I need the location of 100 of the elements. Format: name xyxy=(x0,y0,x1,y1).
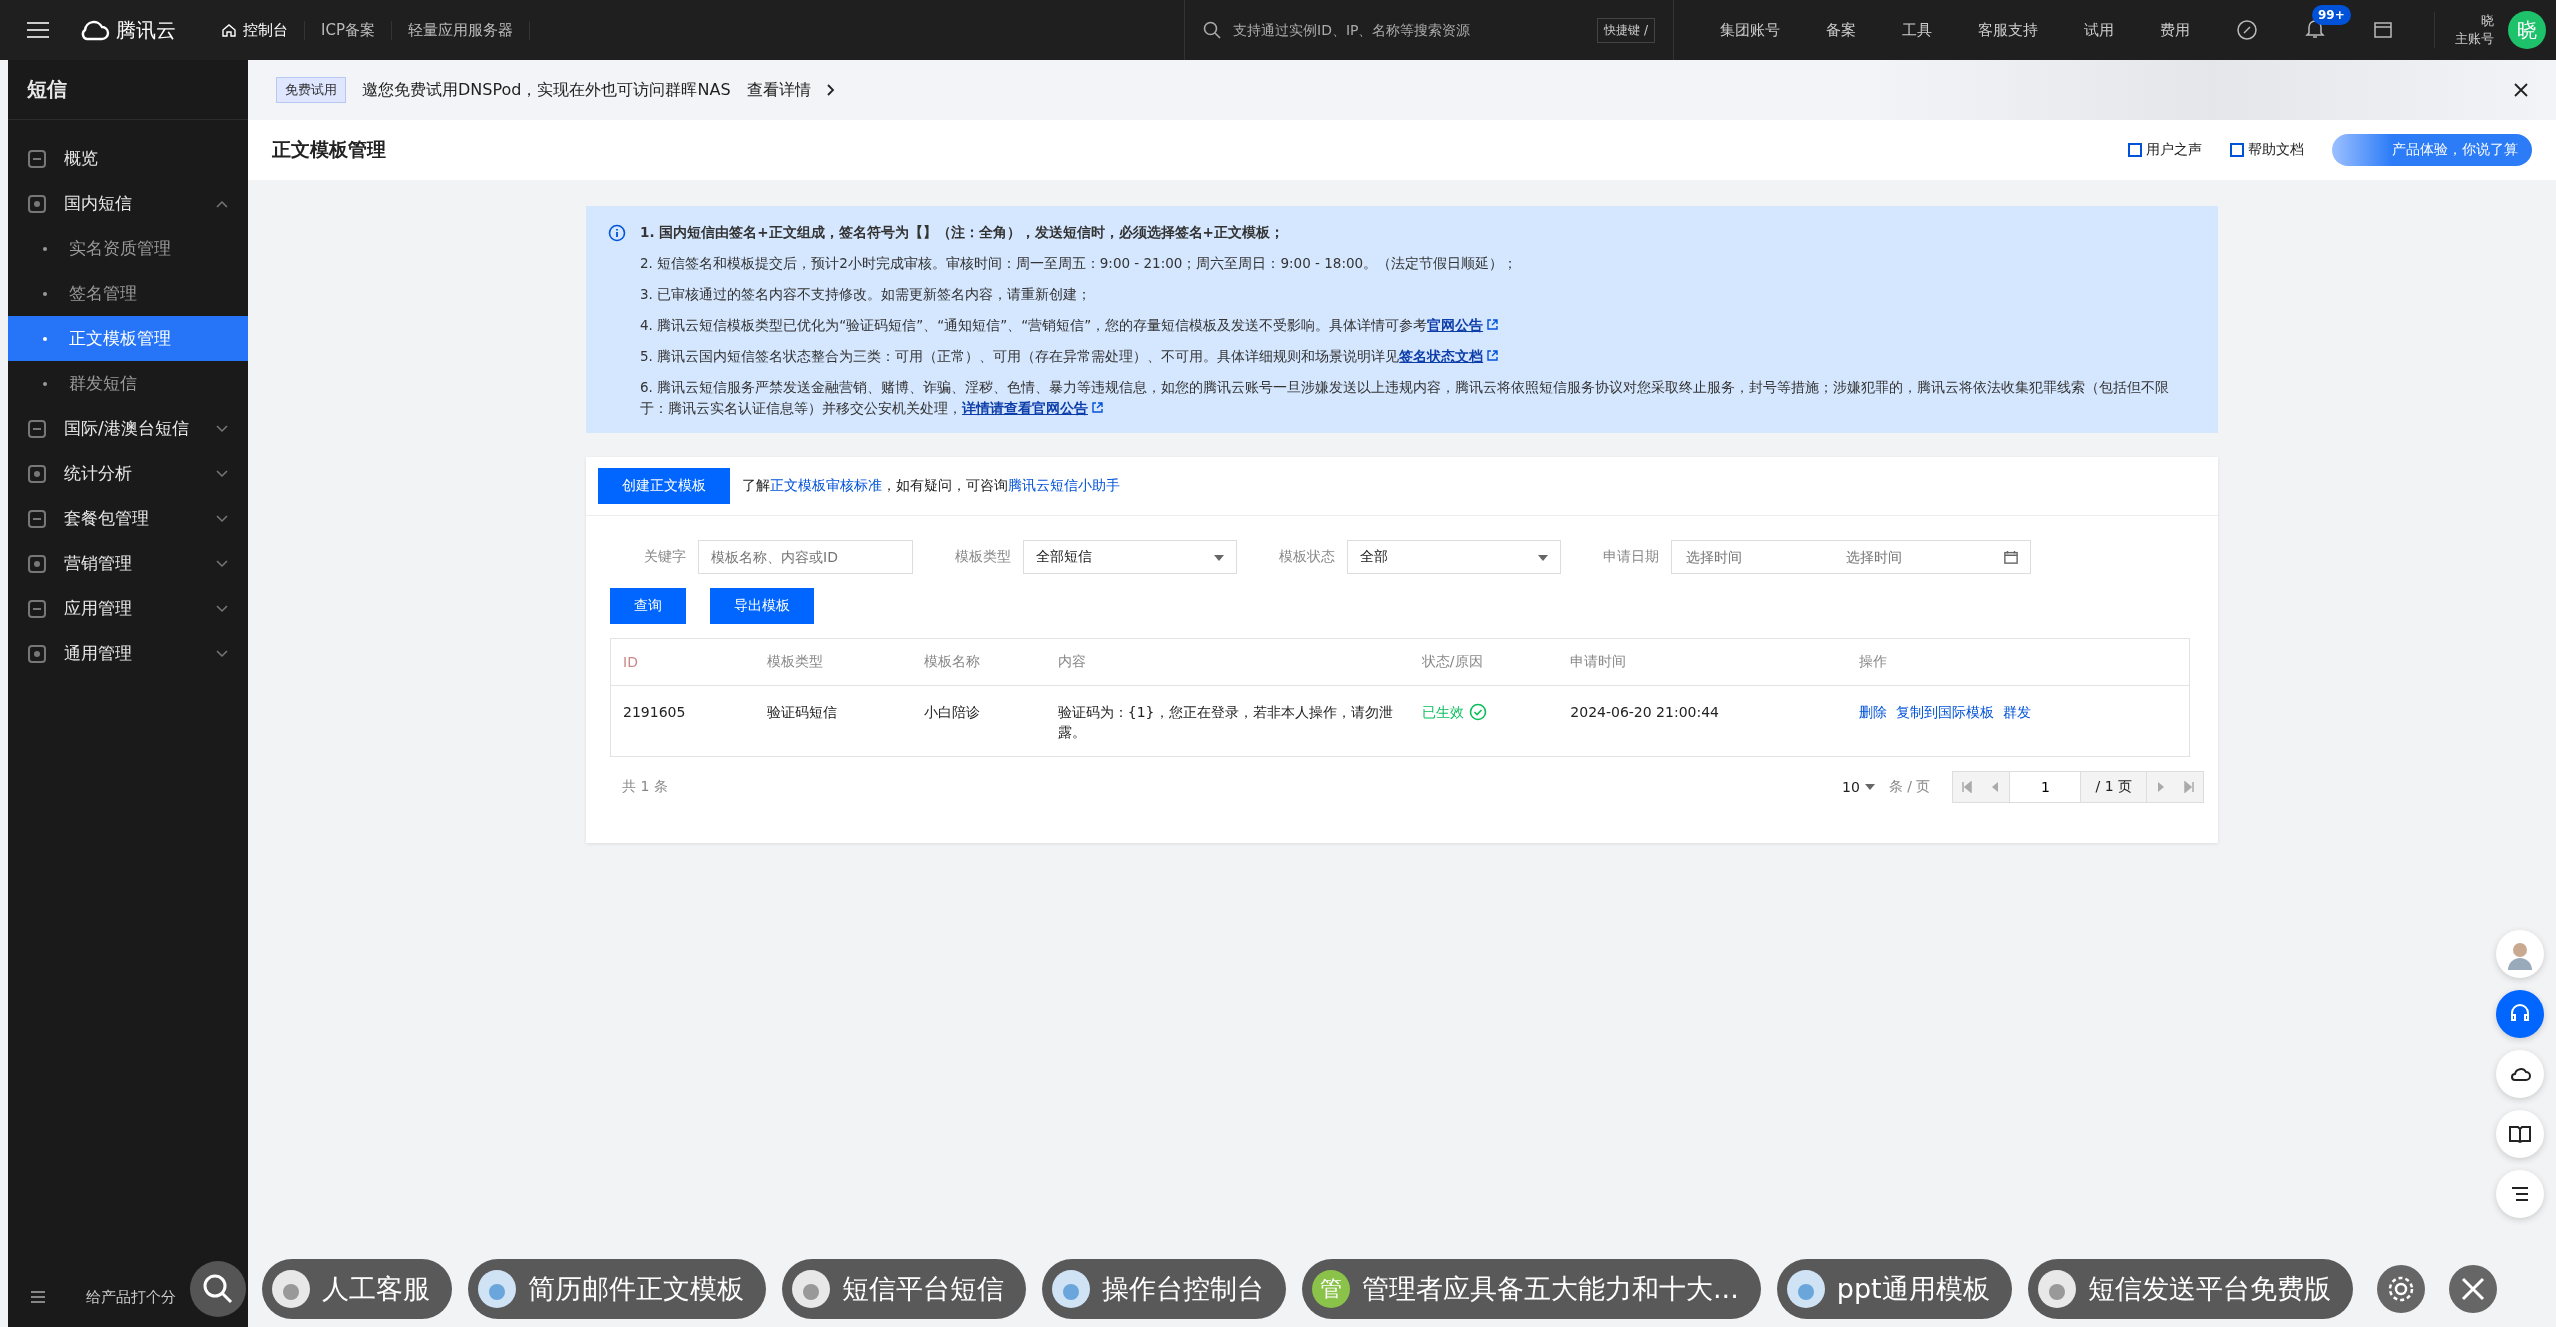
caret-icon xyxy=(216,604,228,613)
top-nav-link[interactable]: ICP备案 xyxy=(305,20,392,40)
user-role: 主账号 xyxy=(2455,30,2494,48)
book-icon[interactable] xyxy=(2496,1110,2544,1158)
chevron-right-icon[interactable] xyxy=(826,84,835,96)
collapse-icon[interactable] xyxy=(30,1290,46,1304)
table-cell: 2024-06-20 21:00:44 xyxy=(1558,685,1847,757)
caret-icon xyxy=(216,199,228,208)
page-size-select[interactable]: 10 xyxy=(1842,779,1875,795)
type-select[interactable]: 全部短信 xyxy=(1023,540,1237,574)
action-link[interactable]: 群发 xyxy=(2002,704,2031,720)
standards-link[interactable]: 正文模板审核标准 xyxy=(770,477,882,493)
headset-icon[interactable] xyxy=(2496,990,2544,1038)
action-link[interactable]: 复制到国际模板 xyxy=(1895,704,1994,720)
info-icon xyxy=(608,224,626,242)
feedback-button[interactable]: 产品体验，你说了算 xyxy=(2332,134,2532,166)
sidebar-item[interactable]: 应用管理 xyxy=(8,586,248,631)
user-name: 晓 xyxy=(2481,12,2494,30)
top-nav-link[interactable]: 费用 xyxy=(2160,20,2190,40)
sidebar-item[interactable]: 统计分析 xyxy=(8,451,248,496)
action-link[interactable]: 删除 xyxy=(1858,704,1887,720)
notice-link[interactable]: 官网公告 xyxy=(1427,317,1484,333)
brand-name: 腾讯云 xyxy=(116,16,176,44)
header-link[interactable]: 帮助文档 xyxy=(2230,141,2304,159)
search-icon[interactable] xyxy=(1203,21,1221,39)
keyword-field[interactable]: 模板名称、内容或ID xyxy=(698,540,913,574)
date-range-field[interactable]: 选择时间 选择时间 xyxy=(1671,540,2031,574)
suggestion-chip[interactable]: 管 管理者应具备五大能力和十大... xyxy=(1302,1259,1761,1319)
notice-text: 5. 腾讯云国内短信签名状态整合为三类：可用（正常）、可用（存在异常需处理）、不可用。具体详细规则和场景说明详见签名状态文档 xyxy=(640,346,2196,367)
column-header: 内容 xyxy=(1045,638,1410,686)
suggestion-chip[interactable]: 简历邮件正文模板 xyxy=(468,1259,766,1319)
create-template-button[interactable]: 创建正文模板 xyxy=(598,468,730,504)
query-button[interactable]: 查询 xyxy=(610,588,686,624)
external-link-icon[interactable] xyxy=(1487,350,1499,361)
top-nav-link[interactable]: 备案 xyxy=(1826,20,1856,40)
sidebar-icon xyxy=(27,598,47,619)
suggestion-chip[interactable]: ppt通用模板 xyxy=(1776,1259,2012,1319)
top-nav-link[interactable]: 工具 xyxy=(1902,20,1932,40)
export-button[interactable]: 导出模板 xyxy=(710,588,814,624)
filter-label: 关键字 xyxy=(644,548,686,566)
external-link-icon[interactable] xyxy=(1092,402,1103,413)
rate-product-link[interactable]: 给产品打个分 xyxy=(86,1287,176,1307)
sidebar-icon xyxy=(27,463,47,484)
top-nav-link[interactable]: 控制台 xyxy=(206,20,305,40)
notice-link[interactable]: 详情请查看官网公告 xyxy=(962,400,1088,416)
caret-icon xyxy=(1864,784,1875,790)
filter-label: 申请日期 xyxy=(1603,548,1659,566)
close-icon[interactable] xyxy=(2514,83,2528,97)
caret-icon xyxy=(216,649,228,658)
notice-link[interactable]: 签名状态文档 xyxy=(1399,348,1484,364)
cloud-icon[interactable] xyxy=(2496,1050,2544,1098)
assistant-link[interactable]: 腾讯云短信小助手 xyxy=(1008,477,1120,493)
top-nav-link[interactable]: 集团账号 xyxy=(1720,20,1780,40)
table-cell: 验证码为：{1}，您正在登录，若非本人操作，请勿泄露。 xyxy=(1045,685,1410,757)
sidebar-item[interactable]: 通用管理 xyxy=(8,631,248,676)
sidebar-item[interactable]: 国际/港澳台短信 xyxy=(8,406,248,451)
column-header: 操作 xyxy=(1846,638,2190,686)
filter-label: 模板类型 xyxy=(955,548,1011,566)
caret-icon xyxy=(216,424,228,433)
notice-text: 2. 短信签名和模板提交后，预计2小时完成审核。审核时间：周一至周五：9:00 - 21:00；周六至周日：9:00 - 18:00。（法定节假日顺延）； xyxy=(640,254,1519,273)
home-icon xyxy=(222,23,236,37)
details-link[interactable]: 查看详情 xyxy=(746,79,811,101)
external-link-icon[interactable] xyxy=(1487,319,1499,330)
suggestion-chip[interactable]: 短信发送平台免费版 xyxy=(2027,1259,2353,1319)
menu-icon[interactable] xyxy=(26,21,50,39)
page-size-unit: 条 / 页 xyxy=(1888,778,1931,796)
top-nav-link[interactable]: 轻量应用服务器 xyxy=(391,20,530,40)
suggestion-chip[interactable]: 人工客服 xyxy=(262,1259,452,1319)
sidebar-subitem[interactable]: 群发短信 xyxy=(8,361,248,406)
top-nav-link[interactable]: 客服支持 xyxy=(1978,20,2038,40)
table-cell: 2191605 xyxy=(610,685,756,757)
page-title: 正文模板管理 xyxy=(272,137,386,162)
page-total: / 1 页 xyxy=(2081,772,2147,802)
sidebar-subitem[interactable]: 签名管理 xyxy=(8,271,248,316)
calendar-icon[interactable] xyxy=(2004,549,2018,565)
promo-text: 邀您免费试用DNSPod，实现在外也可访问群晖NAS xyxy=(362,79,731,101)
sidebar-subitem[interactable]: 实名资质管理 xyxy=(8,226,248,271)
check-circle-icon xyxy=(1468,703,1487,721)
suggestion-chip[interactable]: 短信平台短信 xyxy=(782,1259,1026,1319)
sidebar-icon xyxy=(27,148,47,169)
top-nav-link[interactable]: 试用 xyxy=(2084,20,2114,40)
sidebar-icon xyxy=(27,418,47,439)
status-text: 已生效 xyxy=(1421,703,1464,722)
sidebar-item[interactable]: 国内短信 xyxy=(8,181,248,226)
caret-icon xyxy=(216,559,228,568)
search-field[interactable]: 支持通过实例ID、IP、名称等搜索资源 xyxy=(1231,21,1588,39)
list-icon[interactable] xyxy=(2496,1170,2544,1218)
status-select[interactable]: 全部 xyxy=(1347,540,1561,574)
page-field[interactable]: 1 xyxy=(2009,772,2082,802)
suggestion-chip[interactable]: 操作台控制台 xyxy=(1042,1259,1286,1319)
notice-text: 3. 已审核通过的签名内容不支持修改。如需更新签名内容，请重新创建； xyxy=(640,285,1093,304)
column-header: 模板名称 xyxy=(912,638,1046,686)
sidebar-item[interactable]: 套餐包管理 xyxy=(8,496,248,541)
sidebar-item[interactable]: 概览 xyxy=(8,136,248,181)
header-link[interactable]: 用户之声 xyxy=(2128,141,2202,159)
caret-icon xyxy=(216,469,228,478)
sidebar-subitem[interactable]: 正文模板管理 xyxy=(8,316,248,361)
sidebar-icon xyxy=(27,508,47,529)
sidebar-item[interactable]: 营销管理 xyxy=(8,541,248,586)
column-header: ID xyxy=(610,638,756,686)
